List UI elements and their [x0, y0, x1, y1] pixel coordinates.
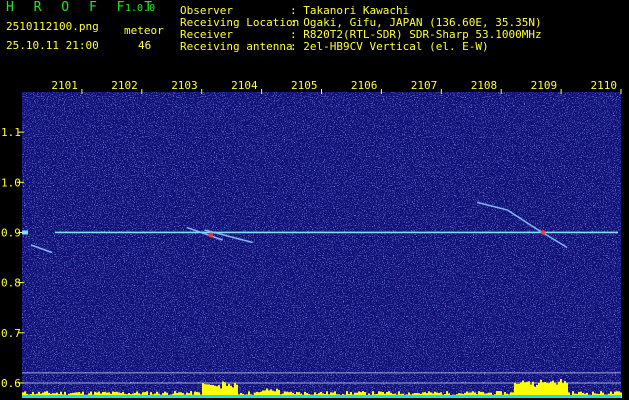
x-tick-label: 2102: [111, 79, 138, 92]
meteor-head: [540, 229, 546, 235]
baseline-strip: [22, 395, 621, 398]
noise-texture: [22, 92, 621, 398]
x-tick-label: 2108: [471, 79, 498, 92]
x-tick-label: 2110: [591, 79, 618, 92]
meteor-count: 46: [138, 39, 152, 52]
y-tick-label: 0.6: [1, 377, 21, 390]
x-tick-label: 2101: [51, 79, 78, 92]
info-value-antenna: : 2el-HB9CV Vertical (el. E-W): [290, 40, 489, 53]
y-tick-label: 0.9: [1, 226, 21, 239]
x-tick-label: 2103: [171, 79, 198, 92]
carrier-marker: [22, 230, 28, 235]
info-label-antenna: Receiving antenna: [180, 40, 293, 53]
meteor-head: [208, 232, 214, 238]
x-tick-label: 2105: [291, 79, 318, 92]
app-version: 1.0.0: [125, 3, 156, 14]
y-tick-label: 0.8: [1, 277, 21, 290]
spectrogram-chart: 2101 2102 2103 2104 2105 2106 2107 2108 2109 2110…: [0, 72, 629, 400]
y-tick-label: 1.1: [1, 126, 21, 139]
file-name: 2510112100.png: [6, 20, 99, 33]
x-tick-label: 2106: [351, 79, 378, 92]
meteor-label: meteor: [124, 24, 164, 37]
x-tick-label: 2104: [231, 79, 258, 92]
y-tick-label: 0.7: [1, 327, 21, 340]
header-panel: H R O F F T 1.0.0 2510112100.png meteor …: [0, 0, 629, 72]
y-tick-label: 1.0: [1, 176, 21, 189]
x-tick-label: 2107: [411, 79, 438, 92]
datetime: 25.10.11 21:00: [6, 39, 99, 52]
x-tick-label: 2109: [531, 79, 558, 92]
